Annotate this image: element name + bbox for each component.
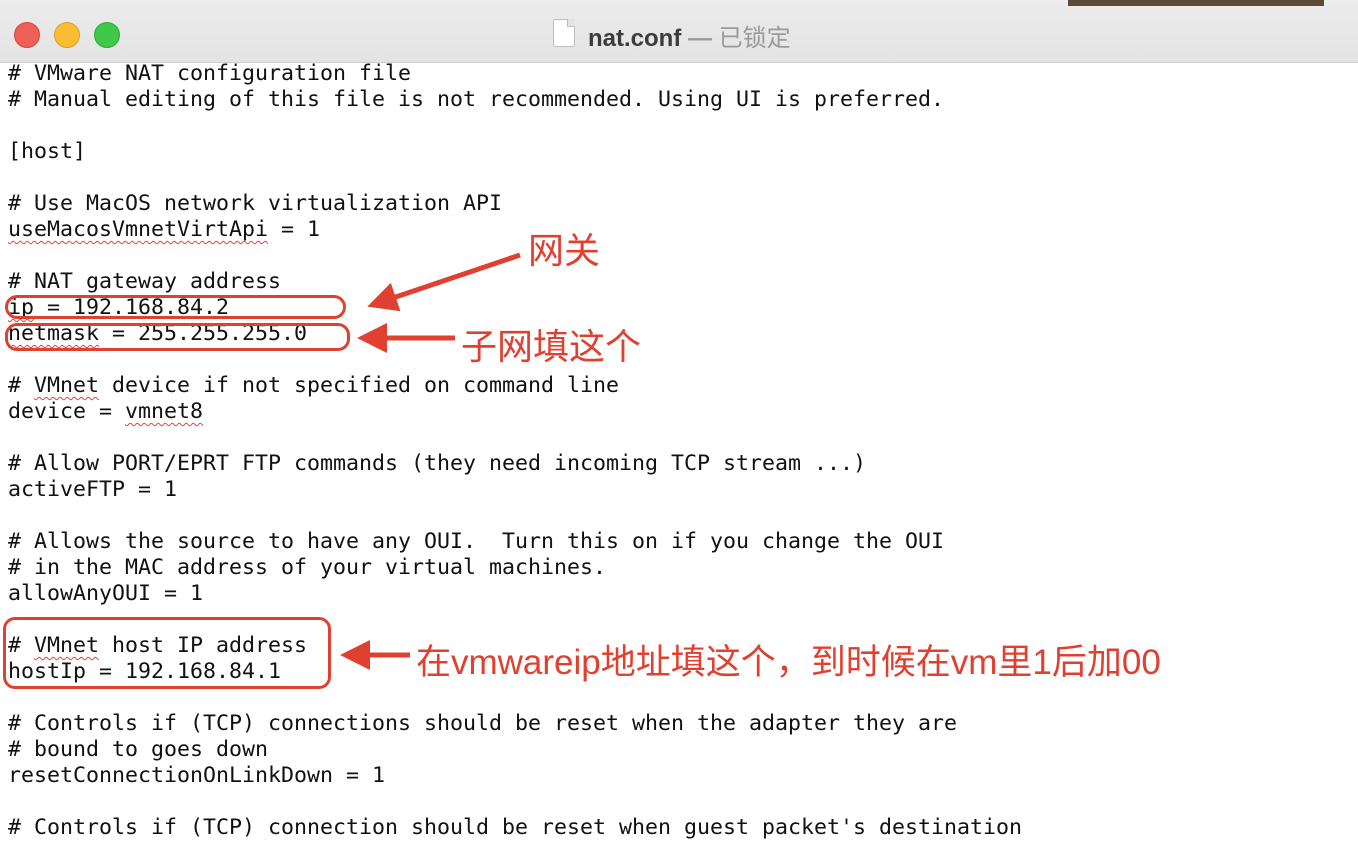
- title-separator: —: [688, 25, 712, 52]
- text-line: [8, 113, 1022, 139]
- subnet-annotation: 子网填这个: [461, 326, 642, 367]
- text-line: # Allow PORT/EPRT FTP commands (they nee…: [8, 451, 867, 476]
- hostip-highlight-box: [3, 617, 331, 689]
- text-line: allowAnyOUI = 1: [8, 581, 204, 606]
- window-title[interactable]: nat.conf — 已锁定: [588, 18, 791, 53]
- text-line: [8, 165, 1022, 191]
- document-icon[interactable]: [553, 19, 575, 47]
- gateway-highlight-box: [5, 295, 346, 319]
- zoom-button[interactable]: [94, 22, 120, 48]
- text-line: # NAT gateway address: [8, 269, 282, 294]
- text-line: [8, 789, 1022, 815]
- text-line: [8, 503, 1022, 529]
- minimize-button[interactable]: [54, 22, 80, 48]
- text-line: # Manual editing of this file is not rec…: [8, 87, 945, 112]
- locked-status: 已锁定: [718, 25, 791, 52]
- close-button[interactable]: [14, 22, 40, 48]
- text-line: useMacosVmnetVirtApi = 1: [8, 217, 321, 242]
- gateway-annotation: 网关: [528, 230, 601, 271]
- text-line: [8, 425, 1022, 451]
- background-image-edge: [1068, 0, 1324, 6]
- text-line: activeFTP = 1: [8, 477, 178, 502]
- text-line: resetConnectionOnLinkDown = 1: [8, 763, 386, 788]
- text-line: # Allows the source to have any OUI. Tur…: [8, 529, 945, 554]
- spellcheck-underline: VMnet: [34, 373, 100, 398]
- hostip-annotation: 在vmwareip地址填这个，到时候在vm里1后加00: [416, 643, 1161, 682]
- spellcheck-underline: vmnet8: [125, 399, 204, 424]
- text-line: [host]: [8, 139, 87, 164]
- text-editor-window: nat.conf — 已锁定 # VMware NAT configuratio…: [0, 0, 1358, 848]
- netmask-highlight-box: [5, 323, 350, 351]
- text-line: # Controls if (TCP) connections should b…: [8, 711, 958, 736]
- text-line: # Use MacOS network virtualization API: [8, 191, 503, 216]
- text-line: # VMnet device if not specified on comma…: [8, 373, 620, 398]
- text-line: # VMware NAT configuration file: [8, 61, 412, 86]
- text-line: # bound to goes down: [8, 737, 269, 762]
- text-content[interactable]: # VMware NAT configuration file # Manual…: [8, 61, 1022, 841]
- text-line: # Controls if (TCP) connection should be…: [8, 815, 1023, 840]
- text-line: device = vmnet8: [8, 399, 204, 424]
- title-bar[interactable]: nat.conf — 已锁定: [0, 0, 1358, 63]
- file-name: nat.conf: [588, 25, 682, 52]
- text-line: [8, 243, 1022, 269]
- text-line: # in the MAC address of your virtual mac…: [8, 555, 607, 580]
- spellcheck-underline: useMacosVmnetVirtApi: [8, 217, 269, 242]
